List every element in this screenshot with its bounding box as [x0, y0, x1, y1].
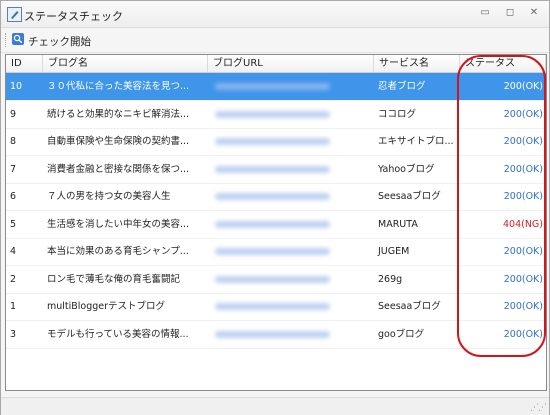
- blurred-url: [215, 330, 330, 338]
- blurred-url: [215, 193, 330, 200]
- start-check-label: チェック開始: [28, 36, 91, 48]
- toolbar-grip: [5, 33, 8, 47]
- maximize-icon[interactable]: ◻: [503, 7, 517, 19]
- cell-id: 9: [10, 108, 17, 120]
- cell-id: 8: [10, 136, 17, 147]
- resize-grip-icon[interactable]: ⋰⋰: [530, 403, 547, 413]
- cell-id: 6: [10, 191, 17, 202]
- cell-id: 3: [10, 328, 17, 340]
- cell-blog-url-blurred: [208, 128, 374, 155]
- status-bar: ⋰⋰: [1, 397, 549, 415]
- toolbar: チェック開始: [1, 28, 549, 53]
- cell-blog-name: 生活感を消したい中年女の美容...: [47, 218, 190, 230]
- cell-blog-url-blurred: [208, 238, 374, 265]
- cell-blog-name: 消費者金融と密接な関係を保つ...: [47, 163, 190, 175]
- cell-service: ココログ: [378, 108, 417, 120]
- blurred-url: [215, 138, 330, 145]
- app-icon: [7, 7, 22, 22]
- cell-service: Seesaaブログ: [378, 191, 441, 202]
- column-header-id[interactable]: ID: [6, 55, 43, 72]
- cell-blog-name: ロン毛で薄毛な俺の育毛奮闘記: [47, 273, 181, 285]
- cell-blog-url-blurred: [208, 183, 374, 210]
- blurred-url: [215, 248, 330, 255]
- blurred-url: [215, 110, 330, 118]
- window-title: ステータスチェック: [24, 10, 123, 23]
- column-header-blog-name[interactable]: ブログ名: [43, 55, 208, 72]
- cell-blog-name: multiBloggerテストブログ: [47, 301, 166, 312]
- cell-blog-name: 自動車保険や生命保険の契約書...: [47, 136, 190, 147]
- minimize-icon[interactable]: ▭: [478, 7, 492, 19]
- cell-id: 4: [10, 246, 17, 257]
- cell-id: 7: [10, 163, 17, 175]
- cell-blog-name: ３０代私に合った美容法を見つ...: [47, 81, 190, 92]
- cell-blog-name: モデルも行っている美容の情報...: [47, 328, 189, 340]
- cell-blog-url-blurred: [208, 101, 374, 128]
- cell-service: gooブログ: [378, 328, 425, 340]
- cell-blog-url-blurred: [208, 266, 374, 293]
- cell-service: MARUTA: [378, 218, 418, 230]
- cell-blog-url-blurred: [208, 156, 374, 183]
- column-header-service[interactable]: サービス名: [374, 55, 460, 72]
- status-column-highlight: [457, 55, 546, 357]
- cell-service: Yahooブログ: [378, 163, 435, 175]
- cell-id: 2: [10, 273, 17, 285]
- cell-blog-name: 本当に効果のある育毛シャンプ...: [47, 246, 189, 257]
- cell-blog-url-blurred: [208, 321, 374, 348]
- cell-blog-url-blurred: [208, 293, 374, 320]
- cell-blog-name: 続けると効果的なニキビ解消法...: [47, 108, 190, 120]
- cell-service: 忍者ブログ: [378, 81, 426, 92]
- cell-service: JUGEM: [378, 246, 410, 257]
- blurred-url: [215, 275, 330, 283]
- blurred-url: [215, 165, 330, 173]
- column-header-blog-url[interactable]: ブログURL: [208, 55, 374, 72]
- cell-blog-name: ７人の男を持つ女の美容人生: [47, 191, 171, 202]
- cell-service: 269g: [378, 273, 403, 285]
- cell-blog-url-blurred: [208, 211, 374, 238]
- close-icon[interactable]: ✕: [527, 7, 541, 19]
- blurred-url: [215, 303, 330, 310]
- cell-blog-url-blurred: [208, 73, 374, 100]
- blurred-url: [215, 220, 330, 228]
- cell-id: 5: [10, 218, 17, 230]
- cell-service: Seesaaブログ: [378, 301, 441, 312]
- cell-id: 1: [10, 301, 17, 312]
- cell-service: エキサイトブロ...: [378, 136, 454, 147]
- cell-id: 10: [10, 81, 23, 92]
- title-bar: ステータスチェック ▭ ◻ ✕: [1, 1, 549, 28]
- blurred-url: [215, 83, 330, 90]
- search-icon: [12, 33, 24, 45]
